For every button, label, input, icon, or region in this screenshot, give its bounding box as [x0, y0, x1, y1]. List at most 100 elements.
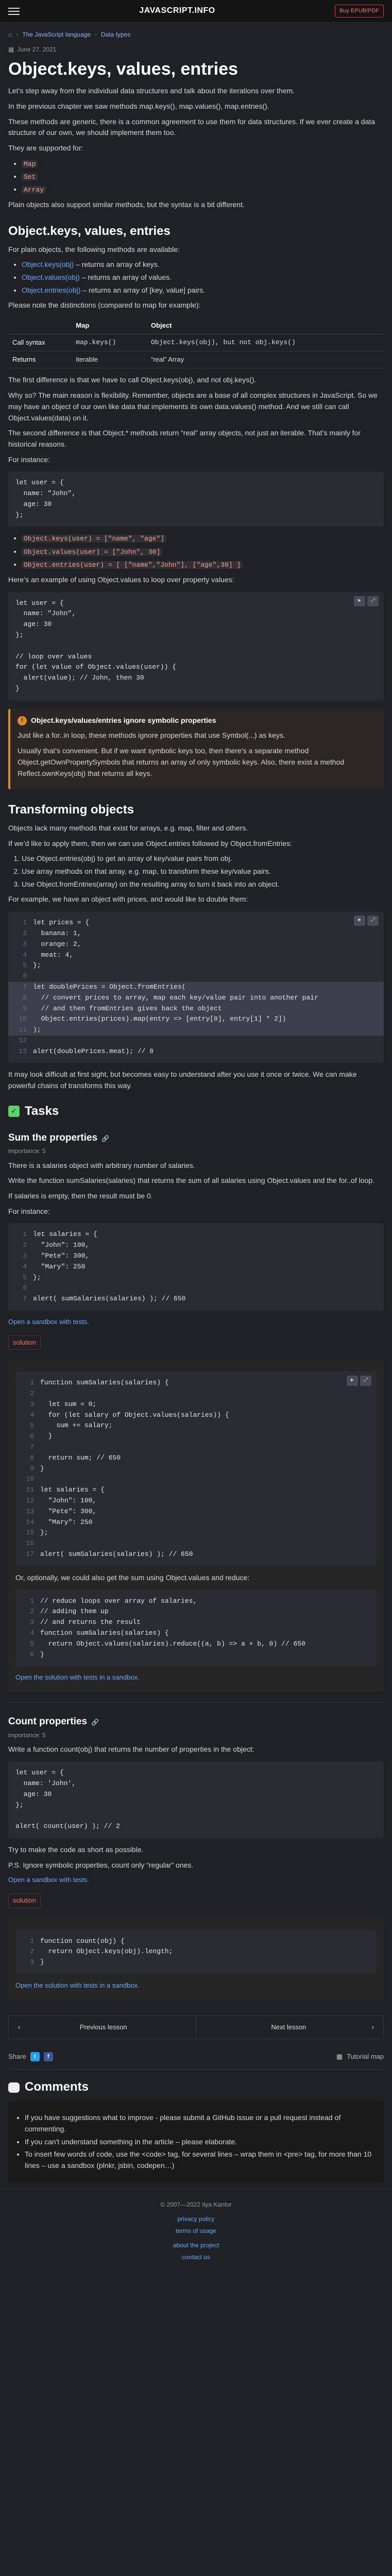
code-line: 11 let salaries = { — [23, 1486, 104, 1494]
list-item: To insert few words of code, use the <co… — [25, 2149, 377, 2171]
next-lesson-button[interactable]: Next lesson › — [196, 2016, 383, 2039]
code-block-solution: ▶ ⤢ 1 function sumSalaries(salaries) { 2 3 … — [15, 1371, 377, 1566]
breadcrumb-js-language[interactable]: The JavaScript language — [22, 30, 91, 40]
terms-link[interactable]: terms of usage — [0, 2226, 392, 2236]
code-line: 3 "Pete": 300, — [15, 1252, 89, 1260]
open-sandbox-link[interactable]: Open a sandbox with tests. — [8, 1875, 384, 1885]
code-line: 5 return Object.values(salaries).reduce(… — [23, 1640, 305, 1648]
code-line: 14 "Mary": 250 — [23, 1518, 92, 1526]
code-line: 4 "Mary": 250 — [15, 1263, 85, 1270]
line-number: 4 — [30, 1629, 34, 1637]
open-sandbox-link[interactable]: Open a sandbox with tests. — [8, 1317, 384, 1327]
link-object-values[interactable]: Object.values(obj) — [22, 273, 80, 281]
code-line: 7 alert( sumSalaries(salaries) ); // 650 — [15, 1295, 185, 1302]
code-line: 6 — [15, 972, 33, 980]
breadcrumb-data-types[interactable]: Data types — [101, 30, 130, 40]
line-number: 6 — [23, 1284, 27, 1292]
code-line: }; — [15, 631, 24, 639]
code-block-count-solution: 1 function count(obj) { 2 return Object.k… — [15, 1929, 377, 1974]
run-icon[interactable]: ▶ — [354, 916, 365, 926]
code-line: 1 let salaries = { — [15, 1230, 97, 1238]
open-editor-icon[interactable]: ⤢ — [360, 1376, 371, 1386]
code-line: 2 banana: 1, — [15, 929, 81, 937]
code-line: 1 function count(obj) { — [23, 1937, 125, 1945]
link-object-keys[interactable]: Object.keys(obj) — [22, 260, 74, 268]
home-icon[interactable]: ⌂ — [8, 30, 12, 40]
run-icon[interactable]: ▶ — [347, 1376, 358, 1386]
code-line: // loop over values — [15, 652, 92, 660]
privacy-policy-link[interactable]: privacy policy — [0, 2214, 392, 2224]
transform-steps: Use Object.entries(obj) to get an array … — [22, 853, 384, 890]
diff-para-1: The first difference is that we have to … — [8, 376, 257, 384]
solution-panel: 1 function count(obj) { 2 return Object.k… — [8, 1917, 384, 2001]
code-line: let user = { — [15, 599, 64, 607]
code-line: 5}; — [15, 961, 41, 969]
buy-epub-pdf-button[interactable]: Buy EPUB/PDF — [334, 4, 384, 18]
comments-rules: If you have suggestions what to improve … — [8, 2101, 384, 2183]
line-number: 12 — [19, 1036, 27, 1044]
tasks-icon: ✓ — [8, 1106, 20, 1117]
line-number: 3 — [23, 1252, 27, 1260]
line-number: 7 — [23, 982, 27, 991]
code-line: 3 let sum = 0; — [23, 1400, 96, 1408]
open-solution-sandbox-link[interactable]: Open the solution with tests in a sandbo… — [15, 1980, 377, 1991]
code-line: 6 } — [23, 1432, 52, 1440]
about-link[interactable]: about the project — [0, 2241, 392, 2250]
line-number: 1 — [30, 1597, 34, 1605]
code-line: 13 alert(doublePrices.meat); // 8 — [15, 1047, 154, 1055]
run-icon[interactable]: ▶ — [354, 596, 365, 606]
link-icon[interactable]: 🔗 — [91, 1718, 99, 1727]
code-line: 8 // convert prices to array, map each k… — [8, 992, 384, 1004]
line-number: 4 — [23, 951, 27, 959]
task-title-count: Count properties 🔗 — [8, 1716, 99, 1727]
list-item: Use Object.entries(obj) to get an array … — [22, 853, 384, 865]
solution-toggle[interactable]: solution — [8, 1893, 41, 1908]
list-item: Object.entries(user) = [ ["name","John"]… — [22, 559, 384, 570]
previous-lesson-button[interactable]: ‹ Previous lesson — [9, 2016, 196, 2039]
twitter-icon[interactable]: t — [30, 2052, 40, 2062]
list-item: Object.values(obj) – returns an array of… — [22, 272, 384, 283]
line-number: 6 — [23, 972, 27, 980]
open-solution-sandbox-link[interactable]: Open the solution with tests in a sandbo… — [15, 1672, 377, 1683]
task-importance: importance: 5 — [8, 1147, 46, 1155]
line-number: 2 — [23, 929, 27, 937]
line-number: 5 — [23, 1273, 27, 1281]
code-line: 9 // and then fromEntries gives back the… — [8, 1003, 384, 1014]
warning-box: ! Object.keys/values/entries ignore symb… — [8, 708, 384, 790]
facebook-icon[interactable]: f — [43, 2052, 53, 2062]
link-object-entries[interactable]: Object.entries(obj) — [22, 286, 80, 294]
code-line: 6} — [23, 1651, 44, 1658]
open-editor-icon[interactable]: ⤢ — [367, 916, 379, 926]
code-block-prices: ▶ ⤢ 1 let prices = { 2 banana: 1, 3 orange:… — [8, 911, 384, 1063]
link-icon[interactable]: 🔗 — [101, 1134, 109, 1144]
plain-note: Plain objects also support similar metho… — [8, 200, 245, 209]
code-line: 6 — [15, 1284, 33, 1292]
solution-toggle[interactable]: solution — [8, 1335, 41, 1350]
code-line: alert(value); // John, then 30 — [15, 674, 144, 682]
menu-icon[interactable] — [8, 7, 20, 15]
section-lead: For plain objects, the following methods… — [8, 245, 180, 253]
line-number: 5 — [23, 961, 27, 970]
open-editor-icon[interactable]: ⤢ — [367, 596, 379, 606]
code-line: 17 alert( sumSalaries(salaries) ); // 650 — [23, 1550, 193, 1558]
intro-2: In the previous chapter we saw methods m… — [8, 101, 269, 110]
line-number: 10 — [19, 1015, 27, 1023]
line-number: 1 — [30, 1379, 34, 1387]
line-number: 4 — [23, 1262, 27, 1270]
code-block-reduce: 1// reduce loops over array of salaries,… — [15, 1589, 377, 1667]
tutorial-map-link[interactable]: ▦ Tutorial map — [336, 2052, 384, 2062]
contact-link[interactable]: contact us — [0, 2252, 392, 2262]
arrow-left-icon: ‹ — [18, 2023, 21, 2031]
transform-p1: Objects lack many methods that exist for… — [8, 824, 248, 832]
line-number: 3 — [30, 1958, 34, 1967]
site-logo[interactable]: JAVASCRIPT.INFO — [20, 5, 335, 18]
code-line: let user = { — [15, 1769, 64, 1777]
line-number: 11 — [19, 1026, 27, 1034]
task2-p2: Try to make the code as short as possibl… — [8, 1845, 144, 1854]
code-line: 2// adding them up — [23, 1607, 108, 1615]
code-line: name: "John", — [15, 489, 76, 498]
task1-p3: If salaries is empty, then the result mu… — [8, 1192, 153, 1200]
task1-p1: There is a salaries object with arbitrar… — [8, 1161, 195, 1170]
code-line: alert( count(user) ); // 2 — [15, 1822, 120, 1831]
code-line: 15}; — [23, 1529, 48, 1536]
